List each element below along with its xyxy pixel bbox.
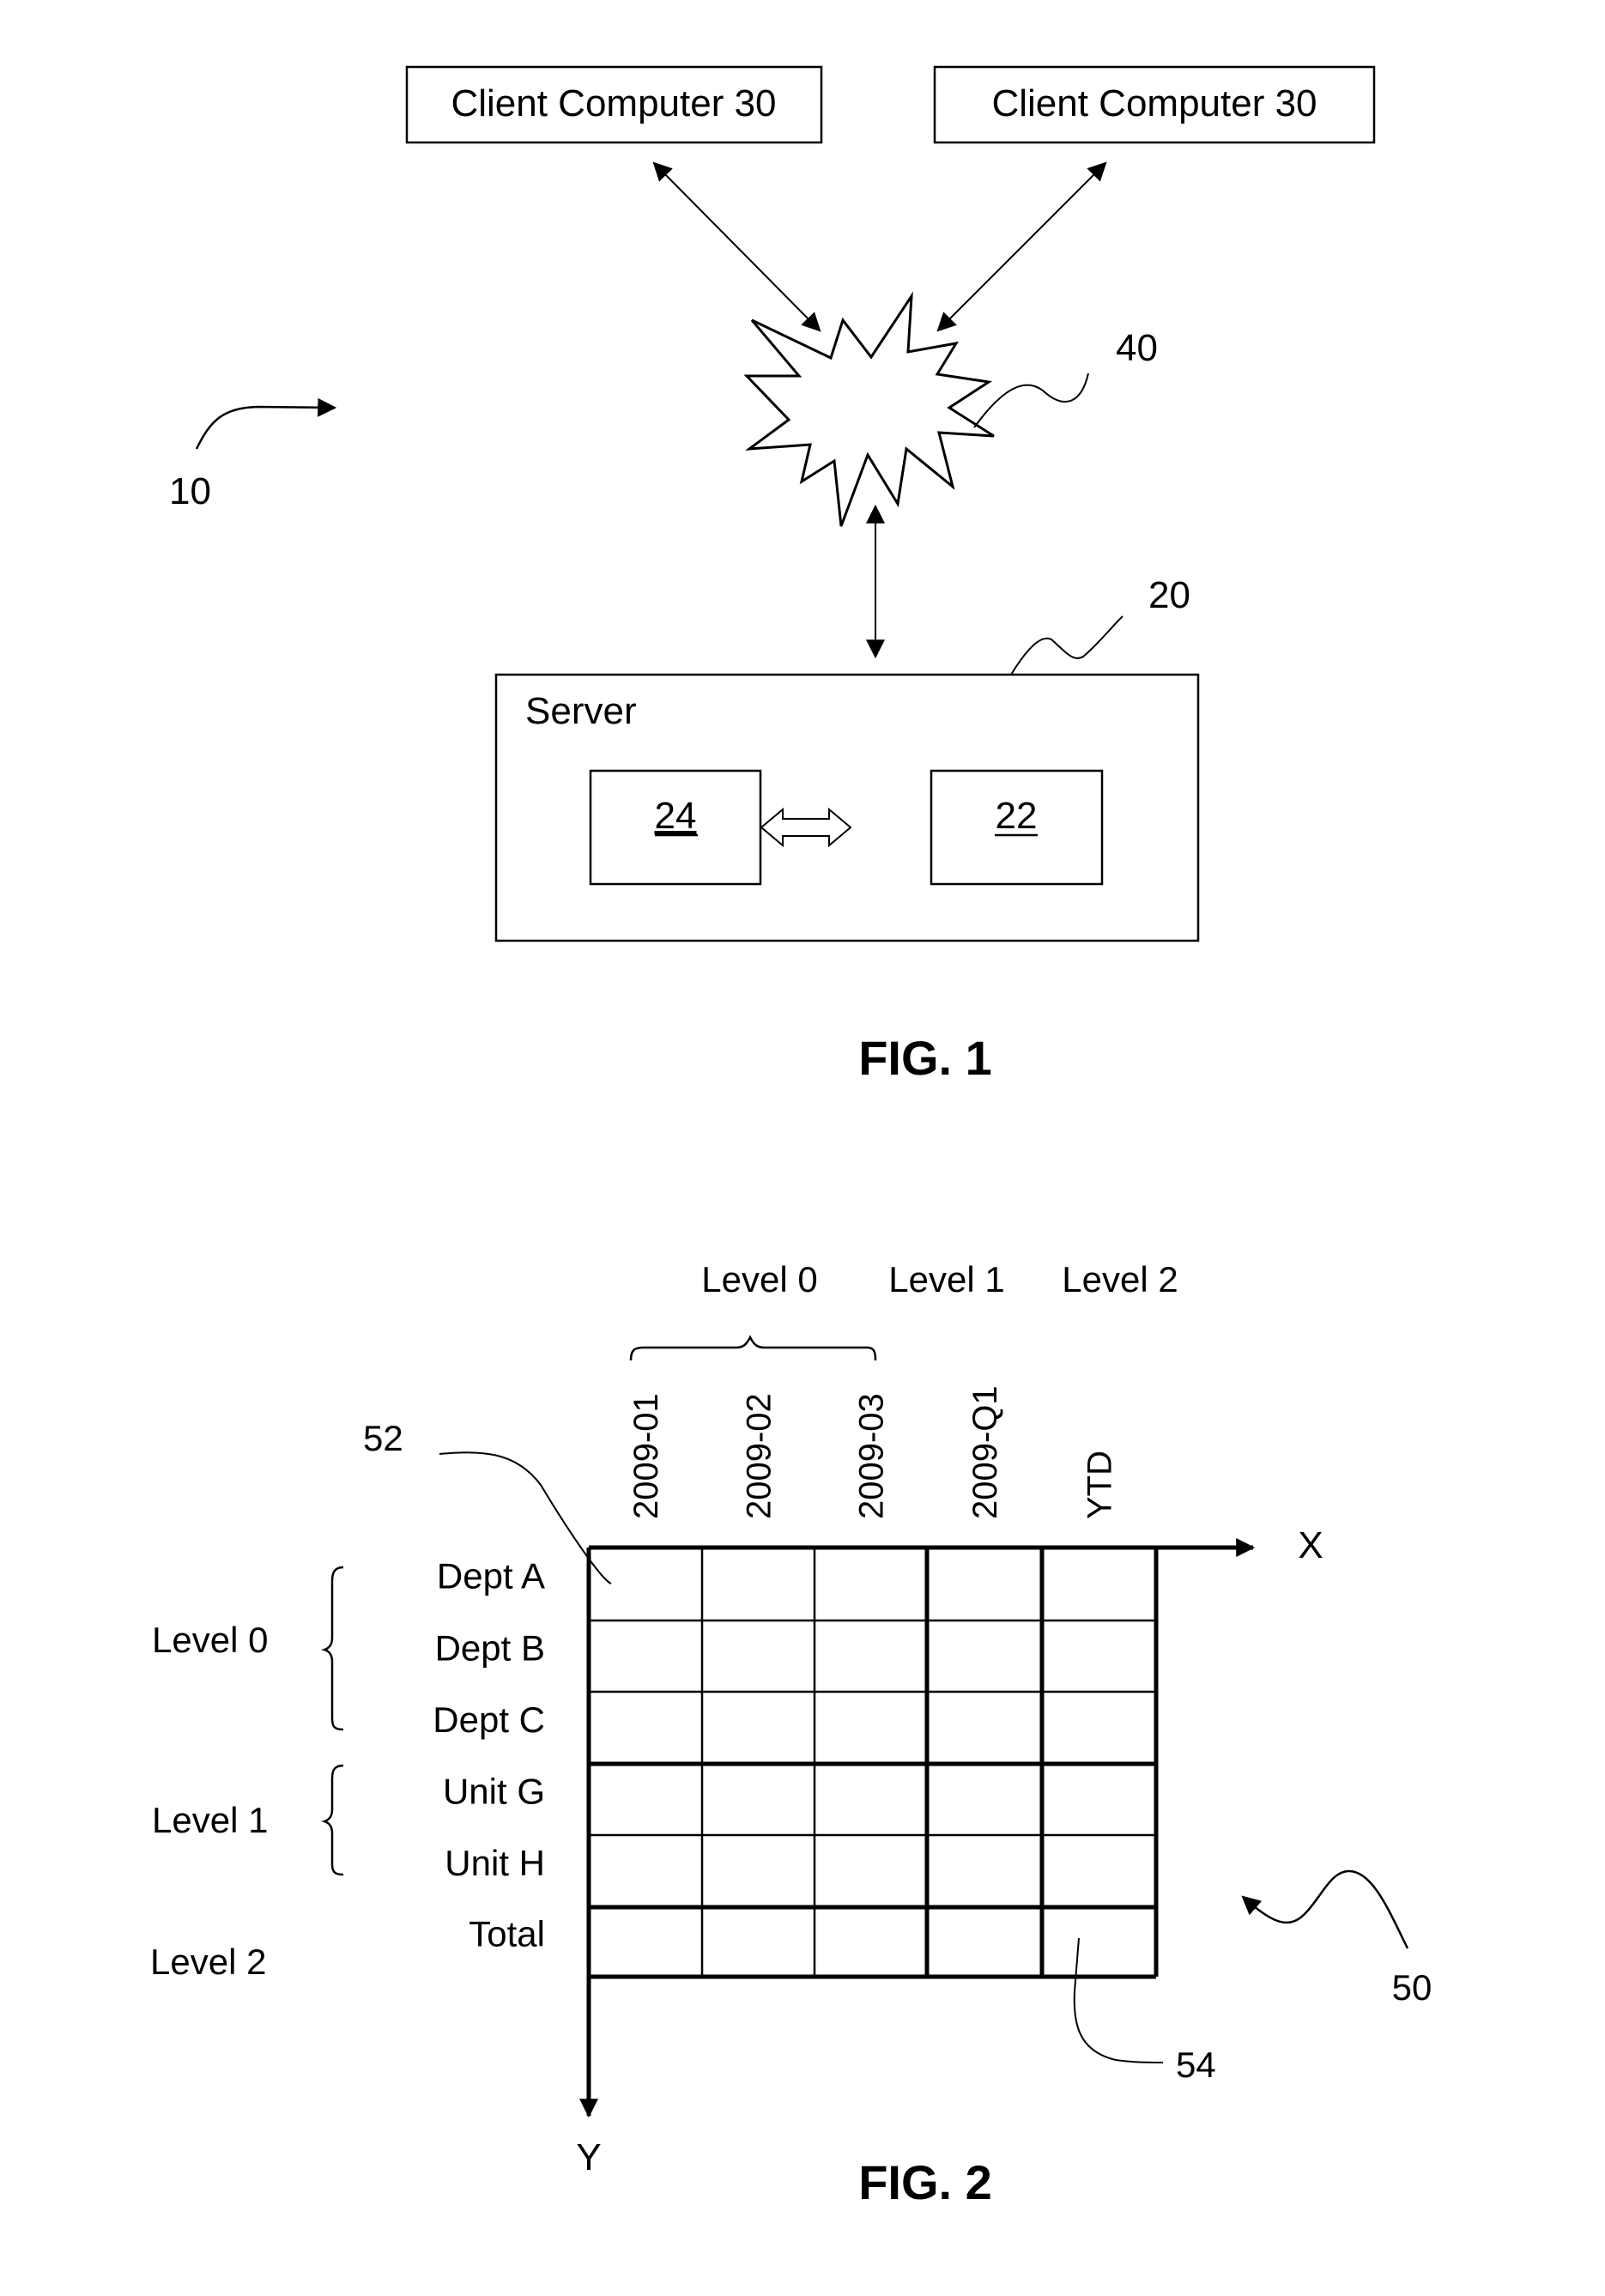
row-level-label: Level 2 — [150, 1942, 266, 1982]
column-header: 2009-03 — [853, 1393, 891, 1519]
row-header: Unit H — [445, 1843, 545, 1883]
grid-cell — [702, 1621, 815, 1692]
row-header: Unit G — [443, 1772, 545, 1812]
client-computer-label: Client Computer 30 — [991, 82, 1317, 124]
grid-cell — [702, 1907, 815, 1977]
grid-cell — [815, 1621, 927, 1692]
grid-cell — [702, 1764, 815, 1835]
grid-cell — [815, 1835, 927, 1907]
grid-cell — [1042, 1907, 1156, 1977]
grid-cell — [589, 1764, 702, 1835]
network-ref-label: 40 — [1116, 327, 1158, 369]
grid-cell — [815, 1692, 927, 1764]
grid-cell — [589, 1835, 702, 1907]
figure-2-caption: FIG. 2 — [858, 2155, 992, 2209]
column-header: 2009-01 — [627, 1393, 665, 1519]
grid-cell — [589, 1907, 702, 1977]
cell-ref-52-label: 52 — [363, 1418, 403, 1458]
column-header: YTD — [1081, 1451, 1119, 1519]
system-ref-label: 10 — [169, 470, 211, 512]
grid-cell — [927, 1907, 1042, 1977]
column-headers: 2009-01 2009-02 2009-03 2009-Q1 YTD — [627, 1385, 1119, 1519]
row-labels: Dept A Dept B Dept C Unit G Unit H Total — [433, 1556, 545, 1954]
grid-cell — [702, 1692, 815, 1764]
x-axis-label: X — [1298, 1524, 1323, 1566]
arrow-client-left-network — [652, 161, 821, 332]
component-box-22: 22 — [930, 769, 1104, 886]
column-level-0-brace — [629, 1335, 877, 1361]
grid-cell — [589, 1548, 702, 1621]
grid-cell — [815, 1907, 927, 1977]
column-level-label: Level 2 — [1062, 1259, 1178, 1299]
grid-cell — [927, 1835, 1042, 1907]
row-header: Dept A — [437, 1556, 545, 1596]
patent-drawing-sheet: Client Computer 30 Client Computer 30 40… — [150, 65, 1432, 2209]
grid-cell — [589, 1621, 702, 1692]
component-box-24: 24 — [589, 769, 762, 886]
grid-cell — [1042, 1548, 1156, 1621]
component-ref-label: 22 — [996, 795, 1038, 837]
grid-cell — [927, 1548, 1042, 1621]
client-computer-label: Client Computer 30 — [451, 82, 776, 124]
grid-cell — [702, 1835, 815, 1907]
figure-1: Client Computer 30 Client Computer 30 40… — [169, 65, 1376, 1085]
row-level-0-brace — [321, 1566, 344, 1731]
server-ref-leader — [1010, 615, 1124, 675]
server-box: Server — [494, 673, 1200, 942]
cell-ref-54-label: 54 — [1176, 2045, 1216, 2085]
grid-cell — [1042, 1621, 1156, 1692]
client-computer-box-left: Client Computer 30 — [405, 65, 823, 144]
grid-cell — [927, 1692, 1042, 1764]
column-header: 2009-02 — [741, 1393, 778, 1519]
column-level-label: Level 0 — [701, 1259, 817, 1299]
grid-ref-50-leader-arrow — [1241, 1869, 1409, 1949]
data-grid — [586, 1545, 1159, 1979]
double-arrow-icon — [760, 807, 852, 848]
y-axis-label: Y — [576, 2136, 601, 2178]
grid-cell — [1042, 1692, 1156, 1764]
row-level-label: Level 1 — [152, 1800, 268, 1840]
grid-cell — [815, 1764, 927, 1835]
grid-cell — [589, 1692, 702, 1764]
component-ref-label: 24 — [655, 795, 697, 837]
column-header: 2009-Q1 — [966, 1385, 1004, 1519]
row-header: Dept B — [435, 1628, 545, 1669]
row-header: Total — [469, 1914, 545, 1954]
network-starburst-icon — [743, 291, 995, 527]
figure-2: Level 0 Level 1 Level 2 2009-01 2009-02 20… — [150, 1259, 1432, 2209]
grid-cell — [927, 1764, 1042, 1835]
row-level-1-brace — [321, 1764, 344, 1876]
grid-cell — [815, 1548, 927, 1621]
client-computer-box-right: Client Computer 30 — [933, 65, 1376, 144]
system-ref-leader-arrow — [195, 397, 337, 450]
grid-cell — [1042, 1764, 1156, 1835]
server-label: Server — [525, 690, 637, 732]
row-level-label: Level 0 — [152, 1620, 268, 1660]
grid-cell — [702, 1548, 815, 1621]
grid-ref-50-label: 50 — [1392, 1967, 1432, 2008]
column-level-label: Level 1 — [888, 1259, 1004, 1299]
arrow-client-right-network — [936, 161, 1107, 332]
grid-cell — [927, 1621, 1042, 1692]
row-header: Dept C — [433, 1699, 545, 1740]
figure-1-caption: FIG. 1 — [858, 1031, 992, 1085]
grid-cell — [1042, 1835, 1156, 1907]
server-ref-label: 20 — [1148, 574, 1190, 616]
